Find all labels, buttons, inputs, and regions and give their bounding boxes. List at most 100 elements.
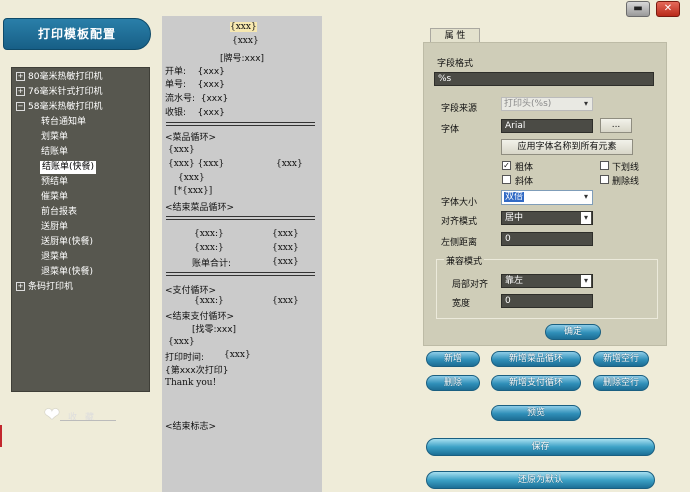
- preview-button[interactable]: 预览: [491, 405, 581, 421]
- heart-icon[interactable]: ❤: [44, 406, 64, 425]
- field-source-label: 字段来源: [441, 104, 478, 114]
- delete-button[interactable]: 删除: [426, 375, 480, 391]
- expand-icon[interactable]: +: [16, 72, 25, 81]
- bold-label: 粗体: [515, 163, 534, 173]
- width-label: 宽度: [452, 299, 471, 309]
- expand-icon[interactable]: +: [16, 282, 25, 291]
- align-select[interactable]: 居中 ▾: [501, 211, 593, 225]
- preview-line[interactable]: <结束菜品循环>: [165, 200, 234, 213]
- preview-line[interactable]: [牌号:xxx]: [220, 51, 264, 64]
- preview-line[interactable]: 单号: {xxx}: [165, 77, 225, 90]
- preview-line[interactable]: {xxx}: [168, 337, 195, 347]
- strikeout-label: 删除线: [612, 177, 640, 187]
- expand-icon[interactable]: +: [16, 87, 25, 96]
- tree-leaf[interactable]: 前台报表: [41, 206, 77, 219]
- tree-node-76mm-dot[interactable]: +76毫米针式打印机: [16, 86, 102, 99]
- tree-leaf[interactable]: 送厨单: [41, 221, 68, 234]
- preview-line[interactable]: {xxx}: [272, 243, 299, 253]
- chevron-down-icon: ▾: [583, 99, 588, 108]
- left-margin-input[interactable]: 0: [501, 232, 593, 246]
- printer-tree[interactable]: +80毫米热敏打印机 +76毫米针式打印机 −58毫米热敏打印机 转台通知单 划…: [11, 67, 150, 392]
- font-browse-button[interactable]: ...: [600, 118, 632, 133]
- preview-line[interactable]: {第xxx次打印}: [165, 363, 228, 376]
- chevron-down-icon: ▾: [581, 275, 591, 287]
- template-preview[interactable]: {xxx} {xxx} [牌号:xxx] 开单: {xxx} 单号: {xxx}…: [162, 16, 322, 492]
- chevron-down-icon: ▾: [583, 192, 588, 201]
- preview-line[interactable]: {xxx}: [272, 257, 299, 267]
- preview-line[interactable]: 开单: {xxx}: [165, 64, 225, 77]
- collapse-icon[interactable]: −: [16, 102, 25, 111]
- tree-leaf-selected[interactable]: 结账单(快餐): [40, 161, 97, 174]
- preview-line[interactable]: Thank you!: [165, 378, 216, 388]
- underline-checkbox[interactable]: [600, 161, 609, 170]
- add-pay-loop-button[interactable]: 新增支付循环: [491, 375, 581, 391]
- preview-line[interactable]: 收银: {xxx}: [165, 105, 225, 118]
- strikeout-checkbox[interactable]: [600, 175, 609, 184]
- preview-line[interactable]: <支付循环>: [165, 283, 216, 296]
- preview-line[interactable]: {xxx}: [178, 173, 205, 183]
- preview-line[interactable]: {xxx:}: [194, 296, 224, 306]
- tree-leaf[interactable]: 预结单: [41, 176, 68, 189]
- field-format-input[interactable]: %s: [434, 72, 654, 86]
- tree-node-58mm-thermal[interactable]: −58毫米热敏打印机: [16, 101, 102, 114]
- preview-line[interactable]: {xxx:}: [194, 229, 224, 239]
- tree-node-80mm-thermal[interactable]: +80毫米热敏打印机: [16, 71, 102, 84]
- tree-node-label: 80毫米热敏打印机: [28, 72, 103, 82]
- save-button[interactable]: 保存: [426, 438, 655, 456]
- preview-line[interactable]: {xxx:}: [194, 243, 224, 253]
- divider: [166, 216, 315, 220]
- add-dish-loop-button[interactable]: 新增菜品循环: [491, 351, 581, 367]
- tree-node-label: 58毫米热敏打印机: [28, 102, 103, 112]
- preview-line[interactable]: {xxx}: [276, 159, 303, 169]
- tree-node-barcode[interactable]: + 条码打印机: [16, 281, 73, 294]
- preview-line[interactable]: {xxx}: [232, 36, 259, 46]
- tree-node-label: 条码打印机: [28, 282, 74, 292]
- preview-line[interactable]: [找零:xxx]: [192, 322, 236, 335]
- field-source-select[interactable]: 打印头(%s) ▾: [501, 97, 593, 111]
- local-align-label: 局部对齐: [452, 280, 489, 290]
- preview-line[interactable]: <菜品循环>: [165, 130, 216, 143]
- preview-line[interactable]: {xxx}: [272, 296, 299, 306]
- preview-line[interactable]: {xxx} {xxx}: [168, 159, 224, 169]
- tree-leaf[interactable]: 划菜单: [41, 131, 68, 144]
- preview-line[interactable]: {xxx}: [168, 145, 195, 155]
- delete-blank-line-button[interactable]: 删除空行: [593, 375, 649, 391]
- font-input[interactable]: Arial: [501, 119, 593, 133]
- font-size-value: 双倍: [504, 192, 525, 202]
- apply-font-all-button[interactable]: 应用字体名称到所有元素: [501, 139, 633, 155]
- divider: [166, 122, 315, 126]
- close-button[interactable]: ✕: [656, 1, 680, 17]
- preview-line[interactable]: {xxx}: [224, 350, 251, 360]
- italic-checkbox[interactable]: [502, 175, 511, 184]
- edge-marker: [0, 425, 2, 447]
- tree-leaf[interactable]: 转台通知单: [41, 116, 86, 129]
- font-size-label: 字体大小: [441, 198, 478, 208]
- add-button[interactable]: 新增: [426, 351, 480, 367]
- preview-line[interactable]: <结束标志>: [165, 419, 216, 432]
- divider: [60, 420, 116, 421]
- preview-line[interactable]: 流水号: {xxx}: [165, 91, 228, 104]
- minimize-button[interactable]: ▬: [626, 1, 650, 17]
- preview-line[interactable]: 账单合计:: [192, 256, 231, 269]
- bold-checkbox[interactable]: ✓: [502, 161, 511, 170]
- preview-line[interactable]: 打印时间:: [165, 350, 204, 363]
- preview-line[interactable]: <结束支付循环>: [165, 309, 234, 322]
- tree-leaf[interactable]: 催菜单: [41, 191, 68, 204]
- preview-line[interactable]: {xxx}: [272, 229, 299, 239]
- tree-leaf[interactable]: 结账单: [41, 146, 68, 159]
- add-blank-line-button[interactable]: 新增空行: [593, 351, 649, 367]
- align-label: 对齐模式: [441, 217, 478, 227]
- confirm-button[interactable]: 确定: [545, 324, 601, 340]
- restore-default-button[interactable]: 还原为默认: [426, 471, 655, 489]
- tree-node-label: 76毫米针式打印机: [28, 87, 103, 97]
- tree-leaf[interactable]: 送厨单(快餐): [41, 236, 93, 249]
- preview-line[interactable]: {xxx}: [230, 22, 257, 32]
- width-input[interactable]: 0: [501, 294, 593, 308]
- tree-leaf[interactable]: 退菜单(快餐): [41, 266, 93, 279]
- tree-leaf[interactable]: 退菜单: [41, 251, 68, 264]
- font-size-select[interactable]: 双倍 ▾: [501, 190, 593, 205]
- font-label: 字体: [441, 125, 460, 135]
- underline-label: 下划线: [612, 163, 640, 173]
- preview-line[interactable]: [*{xxx}]: [174, 186, 212, 196]
- local-align-select[interactable]: 靠左 ▾: [501, 274, 593, 288]
